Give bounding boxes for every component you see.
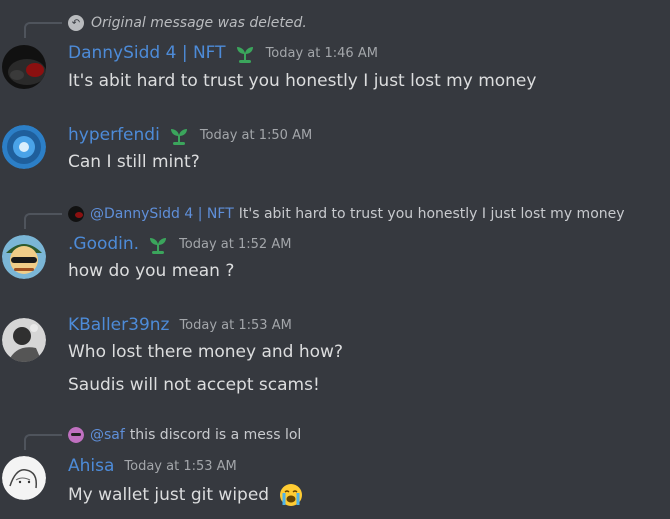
message-text: Saudis will not accept scams! xyxy=(68,375,320,395)
username[interactable]: hyperfendi xyxy=(68,125,160,145)
deleted-message-notice: Original message was deleted. xyxy=(91,15,307,31)
message-header: Ahisa Today at 1:53 AM xyxy=(68,454,237,478)
timestamp: Today at 1:50 AM xyxy=(199,127,313,143)
reply-preview-text: It's abit hard to trust you honestly I j… xyxy=(238,206,625,222)
message-text: It's abit hard to trust you honestly I j… xyxy=(68,71,537,91)
avatar[interactable] xyxy=(2,235,46,279)
avatar[interactable] xyxy=(2,45,46,89)
reply-reference[interactable]: @saf this discord is a mess lol xyxy=(24,425,302,450)
reply-mention[interactable]: @saf xyxy=(90,427,125,443)
reply-mention[interactable]: @DannySidd 4 | NFT xyxy=(90,206,234,222)
timestamp: Today at 1:53 AM xyxy=(124,458,237,474)
message-text: My wallet just git wiped xyxy=(68,483,303,507)
message-text: Can I still mint? xyxy=(68,152,200,172)
username[interactable]: .Goodin. xyxy=(68,234,139,254)
timestamp: Today at 1:53 AM xyxy=(179,317,292,333)
avatar[interactable] xyxy=(2,125,46,169)
username[interactable]: KBaller39nz xyxy=(68,315,169,335)
reply-preview-text: this discord is a mess lol xyxy=(129,427,302,443)
message-header: DannySidd 4 | NFT Today at 1:46 AM xyxy=(68,41,378,65)
message-text-content: My wallet just git wiped xyxy=(68,485,270,505)
reply-spine xyxy=(24,22,62,38)
avatar[interactable] xyxy=(2,318,46,362)
reply-arrow-icon: ↶ xyxy=(68,15,84,31)
timestamp: Today at 1:52 AM xyxy=(179,236,292,252)
message-text: how do you mean ? xyxy=(68,261,235,281)
chat-messages: ↶ Original message was deleted. DannySid… xyxy=(0,0,670,519)
reply-reference[interactable]: ↶ Original message was deleted. xyxy=(24,13,307,38)
seedling-badge-icon[interactable] xyxy=(234,42,256,64)
timestamp: Today at 1:46 AM xyxy=(265,45,378,61)
message-header: .Goodin. Today at 1:52 AM xyxy=(68,232,291,256)
seedling-badge-icon[interactable] xyxy=(147,233,169,255)
username[interactable]: Ahisa xyxy=(68,456,114,476)
reply-avatar xyxy=(68,206,84,222)
reply-avatar xyxy=(68,427,84,443)
reply-spine xyxy=(24,213,62,229)
message-header: KBaller39nz Today at 1:53 AM xyxy=(68,313,292,337)
reply-reference[interactable]: @DannySidd 4 | NFT It's abit hard to tru… xyxy=(24,204,625,229)
username[interactable]: DannySidd 4 | NFT xyxy=(68,43,226,63)
reply-spine xyxy=(24,434,62,450)
avatar[interactable] xyxy=(2,456,46,500)
message-text: Who lost there money and how? xyxy=(68,342,343,362)
seedling-badge-icon[interactable] xyxy=(168,124,190,146)
loudly-crying-face-emoji xyxy=(279,484,302,506)
message-header: hyperfendi Today at 1:50 AM xyxy=(68,123,312,147)
